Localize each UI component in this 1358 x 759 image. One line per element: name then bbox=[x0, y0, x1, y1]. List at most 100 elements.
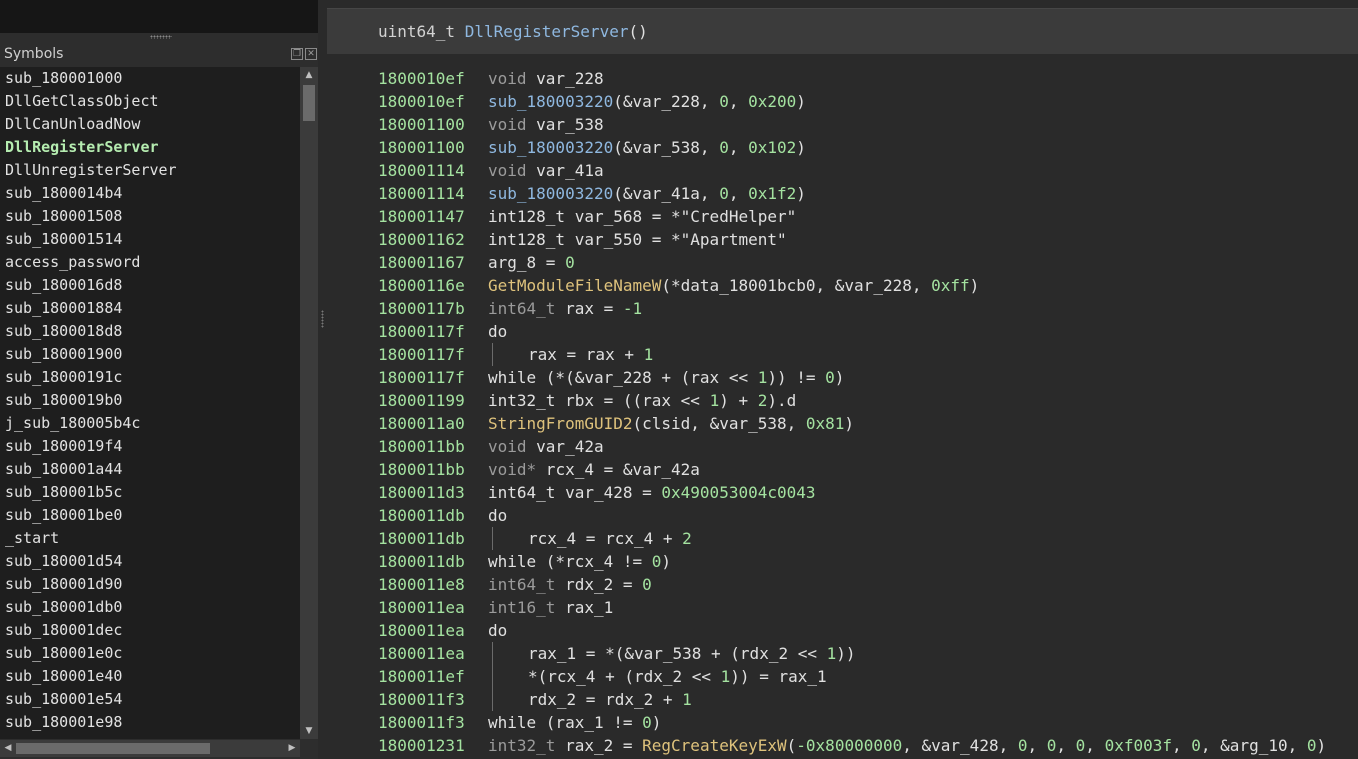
code-address[interactable]: 1800011db bbox=[378, 504, 488, 527]
code-line[interactable]: 18000117b int64_t rax = -1 bbox=[378, 297, 1358, 320]
splitter-grip[interactable] bbox=[321, 310, 324, 328]
code-text[interactable]: do bbox=[488, 506, 507, 525]
scroll-down-icon[interactable]: ▼ bbox=[300, 723, 318, 739]
code-line[interactable]: 1800010ef void var_228 bbox=[378, 67, 1358, 90]
code-text[interactable]: void* rcx_4 = &var_42a bbox=[488, 460, 700, 479]
scroll-right-icon[interactable]: ▶ bbox=[284, 740, 300, 757]
code-address[interactable]: 180001147 bbox=[378, 205, 488, 228]
symbol-item[interactable]: j_sub_180005b4c bbox=[0, 412, 300, 435]
code-address[interactable]: 18000117f bbox=[378, 320, 488, 343]
code-text[interactable]: void var_41a bbox=[488, 161, 604, 180]
code-address[interactable]: 1800010ef bbox=[378, 90, 488, 113]
code-address[interactable]: 180001199 bbox=[378, 389, 488, 412]
code-address[interactable]: 180001114 bbox=[378, 182, 488, 205]
code-line[interactable]: 1800011ea do bbox=[378, 619, 1358, 642]
code-text[interactable]: while (rax_1 != 0) bbox=[488, 713, 661, 732]
symbol-item[interactable]: sub_180001e0c bbox=[0, 642, 300, 665]
pane-splitter[interactable] bbox=[318, 0, 327, 759]
code-address[interactable]: 1800011f3 bbox=[378, 711, 488, 734]
symbol-item[interactable]: sub_1800019b0 bbox=[0, 389, 300, 412]
code-text[interactable]: int128_t var_550 = *"Apartment" bbox=[488, 230, 787, 249]
symbol-item[interactable]: sub_180001d90 bbox=[0, 573, 300, 596]
code-address[interactable]: 1800011e8 bbox=[378, 573, 488, 596]
scroll-up-icon[interactable]: ▲ bbox=[300, 67, 318, 83]
code-line[interactable]: 1800011db rcx_4 = rcx_4 + 2 bbox=[378, 527, 1358, 550]
symbol-item[interactable]: sub_180001d54 bbox=[0, 550, 300, 573]
code-address[interactable]: 1800011ea bbox=[378, 619, 488, 642]
code-address[interactable]: 180001100 bbox=[378, 136, 488, 159]
symbol-item[interactable]: sub_1800019f4 bbox=[0, 435, 300, 458]
code-text[interactable]: void var_42a bbox=[488, 437, 604, 456]
code-text[interactable]: int32_t rbx = ((rax << 1) + 2).d bbox=[488, 391, 796, 410]
code-line[interactable]: 1800011f3 while (rax_1 != 0) bbox=[378, 711, 1358, 734]
symbol-item[interactable]: _start bbox=[0, 527, 300, 550]
code-line[interactable]: 1800011e8 int64_t rdx_2 = 0 bbox=[378, 573, 1358, 596]
code-line[interactable]: 1800011a0 StringFromGUID2(clsid, &var_538… bbox=[378, 412, 1358, 435]
symbol-item[interactable]: sub_180001e54 bbox=[0, 688, 300, 711]
code-line[interactable]: 180001199 int32_t rbx = ((rax << 1) + 2).… bbox=[378, 389, 1358, 412]
code-line[interactable]: 180001114 sub_180003220(&var_41a, 0, 0x1f… bbox=[378, 182, 1358, 205]
code-address[interactable]: 180001162 bbox=[378, 228, 488, 251]
symbol-item[interactable]: sub_180001514 bbox=[0, 228, 300, 251]
symbol-item[interactable]: DllGetClassObject bbox=[0, 90, 300, 113]
code-text[interactable]: rdx_2 = rdx_2 + 1 bbox=[488, 690, 692, 709]
code-address[interactable]: 1800011bb bbox=[378, 458, 488, 481]
code-address[interactable]: 1800011ea bbox=[378, 596, 488, 619]
code-address[interactable]: 1800011ea bbox=[378, 642, 488, 665]
code-address[interactable]: 1800011db bbox=[378, 527, 488, 550]
symbols-vertical-scrollbar[interactable]: ▲ ▼ bbox=[300, 67, 318, 739]
code-text[interactable]: while (*(&var_228 + (rax << 1)) != 0) bbox=[488, 368, 844, 387]
symbol-item[interactable]: sub_180001900 bbox=[0, 343, 300, 366]
code-text[interactable]: while (*rcx_4 != 0) bbox=[488, 552, 671, 571]
code-text[interactable]: void var_538 bbox=[488, 115, 604, 134]
scroll-left-icon[interactable]: ◀ bbox=[0, 740, 16, 757]
symbol-item[interactable]: DllUnregisterServer bbox=[0, 159, 300, 182]
code-address[interactable]: 1800011db bbox=[378, 550, 488, 573]
code-text[interactable]: rcx_4 = rcx_4 + 2 bbox=[488, 529, 692, 548]
code-address[interactable]: 1800011bb bbox=[378, 435, 488, 458]
code-line[interactable]: 180001100 void var_538 bbox=[378, 113, 1358, 136]
code-text[interactable]: rax = rax + 1 bbox=[488, 345, 653, 364]
symbol-item[interactable]: sub_180001be0 bbox=[0, 504, 300, 527]
code-line[interactable]: 180001162 int128_t var_550 = *"Apartment" bbox=[378, 228, 1358, 251]
code-line[interactable]: 1800011ea int16_t rax_1 bbox=[378, 596, 1358, 619]
symbol-item[interactable]: sub_1800018d8 bbox=[0, 320, 300, 343]
code-address[interactable]: 1800010ef bbox=[378, 67, 488, 90]
code-text[interactable]: GetModuleFileNameW(*data_18001bcb0, &var… bbox=[488, 276, 979, 295]
code-text[interactable]: StringFromGUID2(clsid, &var_538, 0x81) bbox=[488, 414, 854, 433]
code-line[interactable]: 1800011d3 int64_t var_428 = 0x490053004c0… bbox=[378, 481, 1358, 504]
code-line[interactable]: 1800011bb void* rcx_4 = &var_42a bbox=[378, 458, 1358, 481]
symbol-item[interactable]: sub_180001884 bbox=[0, 297, 300, 320]
code-address[interactable]: 1800011ef bbox=[378, 665, 488, 688]
code-token[interactable]: RegCreateKeyExW bbox=[642, 736, 787, 755]
code-line[interactable]: 1800011ea rax_1 = *(&var_538 + (rdx_2 << … bbox=[378, 642, 1358, 665]
code-text[interactable]: arg_8 = 0 bbox=[488, 253, 575, 272]
code-address[interactable]: 1800011f3 bbox=[378, 688, 488, 711]
code-line[interactable]: 18000117f rax = rax + 1 bbox=[378, 343, 1358, 366]
code-line[interactable]: 180001114 void var_41a bbox=[378, 159, 1358, 182]
symbol-item[interactable]: sub_180001b5c bbox=[0, 481, 300, 504]
symbol-item[interactable]: sub_180001e98 bbox=[0, 711, 300, 734]
code-line[interactable]: 1800011f3 rdx_2 = rdx_2 + 1 bbox=[378, 688, 1358, 711]
code-address[interactable]: 18000117f bbox=[378, 366, 488, 389]
close-icon[interactable]: ✕ bbox=[305, 48, 317, 60]
code-text[interactable]: int64_t var_428 = 0x490053004c0043 bbox=[488, 483, 816, 502]
symbol-item[interactable]: sub_180001db0 bbox=[0, 596, 300, 619]
code-line[interactable]: 18000117f do bbox=[378, 320, 1358, 343]
code-text[interactable]: rax_1 = *(&var_538 + (rdx_2 << 1)) bbox=[488, 644, 856, 663]
code-token[interactable]: sub_180003220 bbox=[488, 184, 613, 203]
code-address[interactable]: 180001114 bbox=[378, 159, 488, 182]
vertical-scroll-thumb[interactable] bbox=[303, 85, 315, 121]
symbols-horizontal-scrollbar[interactable]: ◀ ▶ bbox=[0, 740, 300, 757]
code-text[interactable]: sub_180003220(&var_228, 0, 0x200) bbox=[488, 92, 806, 111]
code-address[interactable]: 18000116e bbox=[378, 274, 488, 297]
code-line[interactable]: 18000117f while (*(&var_228 + (rax << 1))… bbox=[378, 366, 1358, 389]
code-address[interactable]: 1800011a0 bbox=[378, 412, 488, 435]
code-text[interactable]: do bbox=[488, 322, 507, 341]
code-text[interactable]: int64_t rdx_2 = 0 bbox=[488, 575, 652, 594]
symbol-item[interactable]: sub_180001a44 bbox=[0, 458, 300, 481]
code-text[interactable]: *(rcx_4 + (rdx_2 << 1)) = rax_1 bbox=[488, 667, 827, 686]
code-token[interactable]: sub_180003220 bbox=[488, 138, 613, 157]
symbol-item[interactable]: sub_180001000 bbox=[0, 67, 300, 90]
symbol-item[interactable]: sub_18000191c bbox=[0, 366, 300, 389]
